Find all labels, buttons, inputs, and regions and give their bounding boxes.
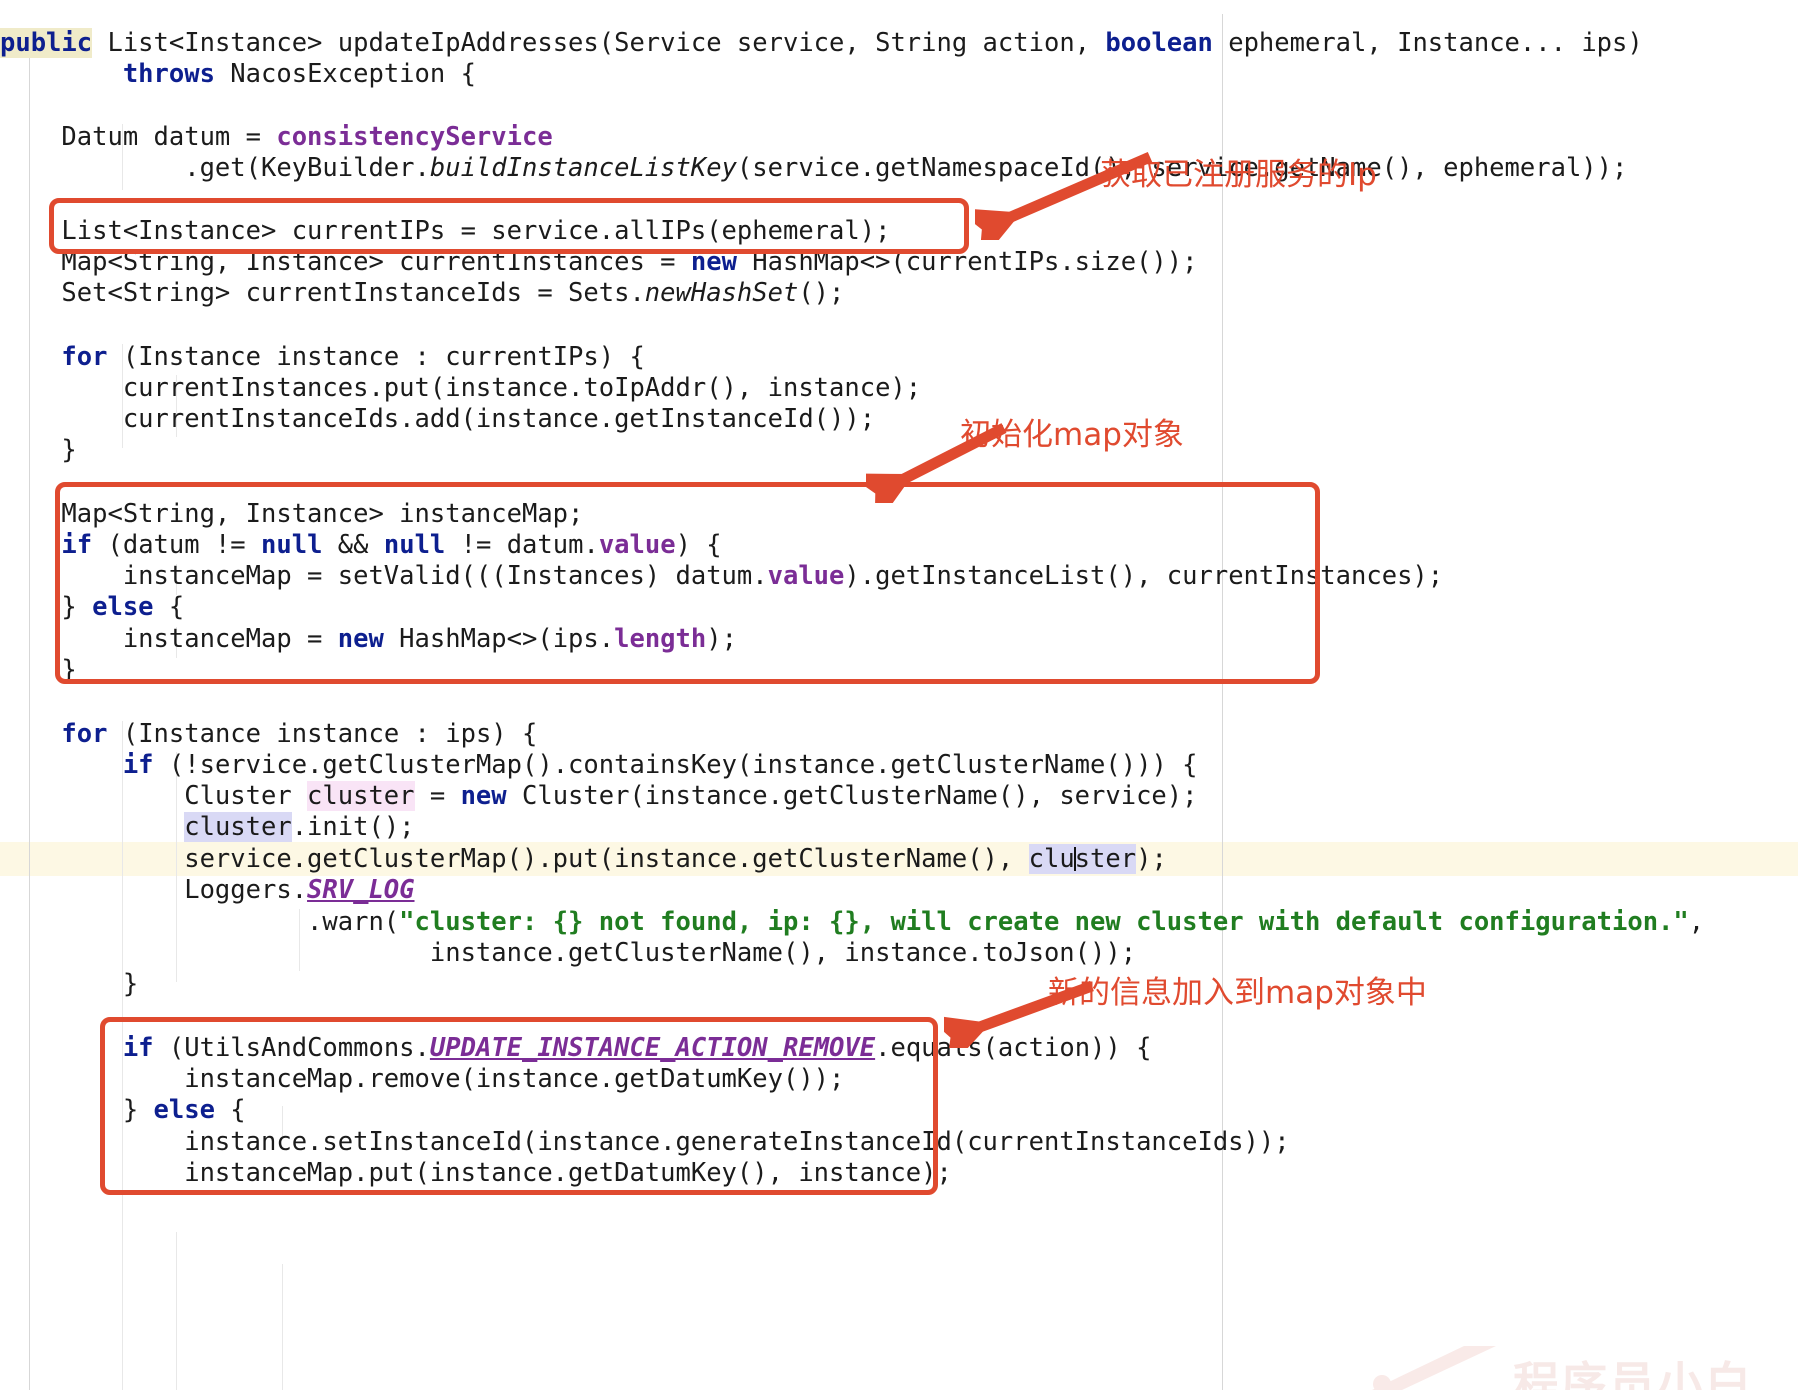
watermark-text: 程序员小白 [1513, 1357, 1753, 1390]
watermark-swoosh-icon [1372, 1346, 1496, 1390]
code-line-20[interactable]: } [0, 655, 76, 686]
code-line-29[interactable]: instance.getClusterName(), instance.toJs… [0, 938, 1136, 969]
code-editor-surface[interactable]: public List<Instance> updateIpAddresses(… [0, 14, 1798, 1390]
code-line-11[interactable]: currentInstances.put(instance.toIpAddr()… [0, 373, 921, 404]
code-line-19[interactable]: instanceMap = new HashMap<>(ips.length); [0, 624, 737, 655]
code-line-35[interactable]: instance.setInstanceId(instance.generate… [0, 1127, 1289, 1158]
code-line-36[interactable]: instanceMap.put(instance.getDatumKey(), … [0, 1158, 952, 1189]
code-line-12[interactable]: currentInstanceIds.add(instance.getInsta… [0, 404, 875, 435]
code-line-24[interactable]: Cluster cluster = new Cluster(instance.g… [0, 781, 1198, 812]
code-line-26[interactable]: service.getClusterMap().put(instance.get… [0, 844, 1167, 875]
code-line-17[interactable]: instanceMap = setValid(((Instances) datu… [0, 561, 1443, 592]
code-line-0[interactable]: public List<Instance> updateIpAddresses(… [0, 28, 1643, 59]
code-line-34[interactable]: } else { [0, 1095, 246, 1126]
code-line-30[interactable]: } [0, 969, 138, 1000]
screenshot-root: public List<Instance> updateIpAddresses(… [0, 0, 1798, 1390]
code-text-layer[interactable]: public List<Instance> updateIpAddresses(… [0, 14, 1798, 1390]
code-line-18[interactable]: } else { [0, 592, 184, 623]
code-line-22[interactable]: for (Instance instance : ips) { [0, 719, 537, 750]
code-line-25[interactable]: cluster.init(); [0, 812, 415, 843]
clipped-toolbar-sliver [0, 0, 1798, 14]
code-line-23[interactable]: if (!service.getClusterMap().containsKey… [0, 750, 1198, 781]
code-line-13[interactable]: } [0, 435, 76, 466]
code-line-7[interactable]: Map<String, Instance> currentInstances =… [0, 247, 1197, 278]
code-line-28[interactable]: .warn("cluster: {} not found, ip: {}, wi… [0, 907, 1704, 938]
clipped-toolbar-ghost-text [185, 0, 189, 12]
code-line-15[interactable]: Map<String, Instance> instanceMap; [0, 499, 583, 530]
code-line-6[interactable]: List<Instance> currentIPs = service.allI… [0, 216, 890, 247]
text-caret [1073, 847, 1076, 871]
annotation-text-2: 初始化map对象 [960, 417, 1184, 453]
code-line-33[interactable]: instanceMap.remove(instance.getDatumKey(… [0, 1064, 844, 1095]
annotation-text-3: 新的信息加入到map对象中 [1048, 975, 1427, 1011]
code-line-16[interactable]: if (datum != null && null != datum.value… [0, 530, 721, 561]
annotation-text-1: 获取已注册服务的Ip [1100, 157, 1377, 193]
code-line-10[interactable]: for (Instance instance : currentIPs) { [0, 342, 644, 373]
code-line-27[interactable]: Loggers.SRV_LOG [0, 875, 414, 906]
code-line-4[interactable]: .get(KeyBuilder.buildInstanceListKey(ser… [0, 153, 1627, 184]
code-line-1[interactable]: throws NacosException { [0, 59, 476, 90]
code-line-8[interactable]: Set<String> currentInstanceIds = Sets.ne… [0, 278, 844, 309]
code-line-3[interactable]: Datum datum = consistencyService [0, 122, 552, 153]
